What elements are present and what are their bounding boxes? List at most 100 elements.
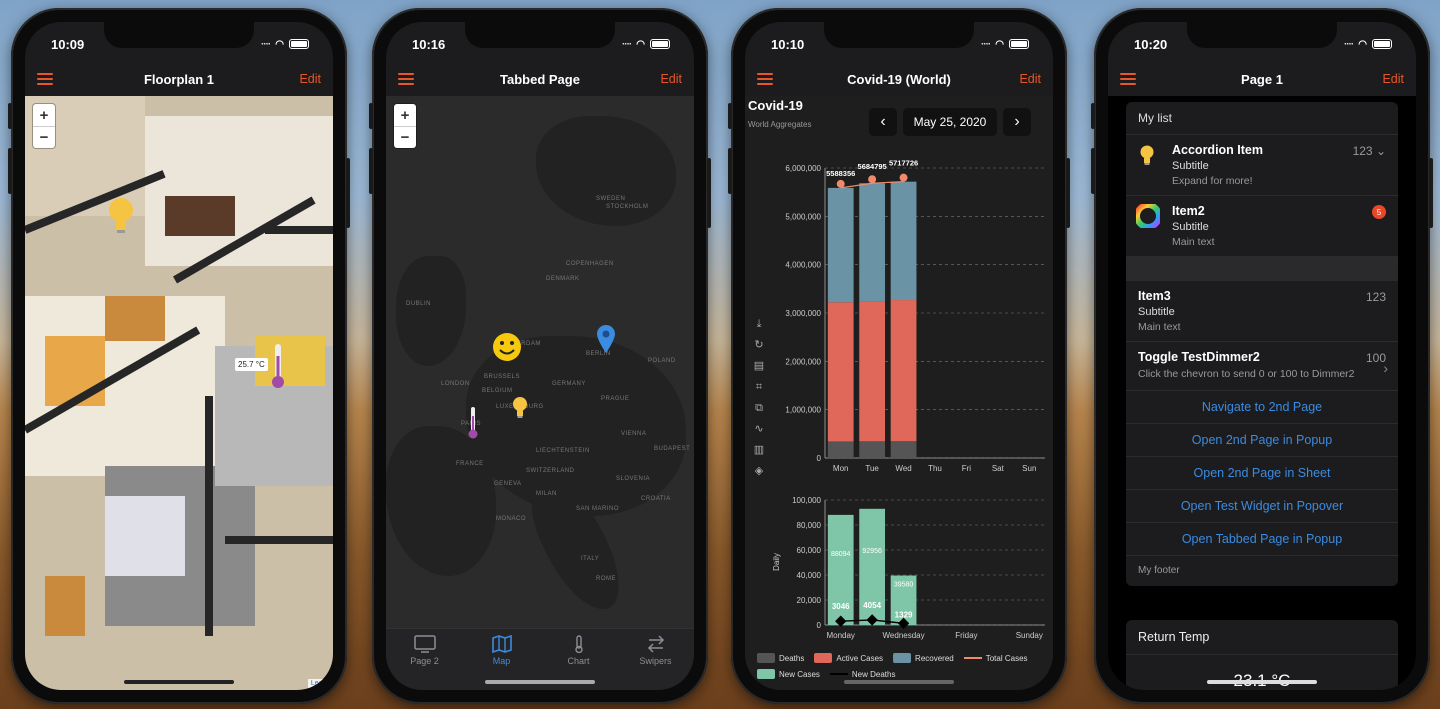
toggle-item[interactable]: Toggle TestDimmer2 Click the chevron to … bbox=[1126, 342, 1398, 391]
y-tick-label: 2,000,000 bbox=[785, 357, 821, 366]
clock: 10:09 bbox=[51, 36, 85, 52]
menu-icon[interactable] bbox=[1120, 73, 1136, 85]
prev-date-button[interactable]: ‹ bbox=[869, 108, 897, 136]
chevron-down-icon[interactable]: ⌄ bbox=[1376, 144, 1386, 158]
accordion-item[interactable]: Accordion Item Subtitle Expand for more!… bbox=[1126, 135, 1398, 196]
zoom-out-button[interactable]: − bbox=[33, 126, 55, 148]
list-card: My list Accordion Item Subtitle Expand f… bbox=[1126, 102, 1398, 586]
map-label: SLOVENIA bbox=[616, 476, 651, 482]
chevron-right-icon[interactable]: › bbox=[1383, 360, 1388, 376]
clock: 10:16 bbox=[412, 36, 446, 52]
next-date-button[interactable]: › bbox=[1003, 108, 1031, 136]
y-axis-label: Daily bbox=[772, 553, 781, 571]
tab-page-2[interactable]: Page 2 bbox=[395, 635, 455, 690]
legend-item[interactable]: New Deaths bbox=[829, 669, 895, 679]
legend-swatch bbox=[893, 653, 912, 663]
new-cases-label: 39580 bbox=[894, 581, 914, 588]
item-subtitle: Subtitle bbox=[1172, 160, 1209, 172]
map-label: GENEVA bbox=[494, 481, 522, 487]
x-tick-label: Sun bbox=[1022, 464, 1036, 473]
card-title: Return Temp bbox=[1126, 620, 1398, 655]
zoom-in-button[interactable]: + bbox=[394, 104, 416, 126]
x-tick-label: Mon bbox=[833, 464, 849, 473]
page-title: Page 1 bbox=[1241, 71, 1283, 87]
lightbulb-icon[interactable] bbox=[107, 196, 135, 238]
legend-label: New Cases bbox=[779, 669, 820, 679]
map-label: GERMANY bbox=[552, 381, 586, 387]
navigate-link[interactable]: Navigate to 2nd Page bbox=[1126, 391, 1398, 424]
item-value: 123 bbox=[1365, 290, 1386, 304]
phone-tabbed: 10:16 ···· ◠ Tabbed Page Edit SWEDEN STOC… bbox=[369, 8, 711, 704]
monitor-icon bbox=[413, 635, 436, 653]
y-tick-label: 4,000,000 bbox=[785, 261, 821, 270]
chart-page: Covid-19 World Aggregates ‹ May 25, 2020… bbox=[745, 96, 1053, 690]
stacked-bar-chart: 0 1,000,000 2,000,000 3,000,000 4,000,000 5,0… bbox=[785, 159, 1045, 473]
tabbed-popup-link[interactable]: Open Tabbed Page in Popup bbox=[1126, 523, 1398, 556]
menu-icon[interactable] bbox=[398, 73, 414, 85]
y-tick-label: 100,000 bbox=[792, 496, 821, 505]
tab-swipers[interactable]: Swipers bbox=[626, 635, 686, 690]
signal-icon: ···· bbox=[260, 38, 271, 50]
map-label: STOCKHOLM bbox=[606, 204, 649, 210]
edit-button[interactable]: Edit bbox=[660, 72, 682, 86]
legend-label: Active Cases bbox=[836, 653, 884, 663]
notification-badge: 5 bbox=[1372, 205, 1386, 219]
nav-bar: Tabbed Page Edit bbox=[386, 62, 694, 96]
popup-link[interactable]: Open 2nd Page in Popup bbox=[1126, 424, 1398, 457]
location-pin-icon[interactable] bbox=[596, 324, 616, 354]
battery-icon bbox=[1009, 39, 1029, 49]
x-tick-label: Fri bbox=[962, 464, 972, 473]
item-title: Item3 bbox=[1138, 289, 1171, 303]
nav-bar: Page 1 Edit bbox=[1108, 62, 1416, 96]
thermometer-icon[interactable] bbox=[468, 406, 478, 440]
legend-label: Total Cases bbox=[985, 653, 1028, 663]
edit-button[interactable]: Edit bbox=[1019, 72, 1041, 86]
thermometer-icon[interactable] bbox=[271, 342, 285, 390]
tab-label: Swipers bbox=[639, 656, 672, 666]
y-tick-label: 60,000 bbox=[797, 546, 822, 555]
edit-button[interactable]: Edit bbox=[299, 72, 321, 86]
list-page: My list Accordion Item Subtitle Expand f… bbox=[1108, 96, 1416, 690]
x-tick-label: Thu bbox=[928, 464, 942, 473]
menu-icon[interactable] bbox=[757, 73, 773, 85]
page-title: Tabbed Page bbox=[500, 71, 580, 87]
battery-icon bbox=[650, 39, 670, 49]
legend-item[interactable]: Deaths bbox=[757, 653, 804, 663]
zoom-in-button[interactable]: + bbox=[33, 104, 55, 126]
phone-floorplan: 10:09 ···· ◠ Floorplan 1 Edit + − 25.7 °… bbox=[8, 8, 350, 704]
menu-icon[interactable] bbox=[37, 73, 53, 85]
chart-legend: Deaths Active Cases Recovered Total Cases Ne… bbox=[757, 653, 1047, 679]
edit-button[interactable]: Edit bbox=[1382, 72, 1404, 86]
list-item[interactable]: Item3 Subtitle Main text 123 bbox=[1126, 281, 1398, 342]
lightbulb-icon[interactable] bbox=[512, 396, 528, 422]
list-item[interactable]: Item2 Subtitle Main text 5 bbox=[1126, 196, 1398, 257]
map-label: MILAN bbox=[536, 491, 557, 497]
zoom-control: + − bbox=[33, 104, 55, 148]
date-picker[interactable]: May 25, 2020 bbox=[903, 108, 997, 136]
legend-label: Recovered bbox=[915, 653, 954, 663]
x-tick-label: Wednesday bbox=[883, 631, 925, 640]
floorplan-view[interactable]: + − 25.7 °C Leafl bbox=[25, 96, 333, 690]
x-tick-label: Wed bbox=[895, 464, 911, 473]
x-tick-label: Sunday bbox=[1016, 631, 1043, 640]
popover-link[interactable]: Open Test Widget in Popover bbox=[1126, 490, 1398, 523]
y-tick-label: 0 bbox=[817, 621, 822, 630]
legend-item[interactable]: Total Cases bbox=[963, 653, 1028, 663]
new-deaths-label: 3046 bbox=[832, 602, 850, 611]
sheet-link[interactable]: Open 2nd Page in Sheet bbox=[1126, 457, 1398, 490]
clock: 10:20 bbox=[1134, 36, 1168, 52]
smiley-icon[interactable] bbox=[492, 332, 522, 362]
map-label: SWEDEN bbox=[596, 196, 626, 202]
zoom-control: + − bbox=[394, 104, 416, 148]
legend-item[interactable]: New Cases bbox=[757, 669, 820, 679]
map-label: LONDON bbox=[441, 381, 470, 387]
map-view[interactable]: SWEDEN STOCKHOLM DENMARK BERLIN POLAND B… bbox=[386, 96, 694, 628]
item-text: Expand for more! bbox=[1172, 175, 1253, 187]
legend-item[interactable]: Active Cases bbox=[814, 653, 883, 663]
y-tick-label: 40,000 bbox=[797, 571, 822, 580]
zoom-out-button[interactable]: − bbox=[394, 126, 416, 148]
legend-item[interactable]: Recovered bbox=[893, 653, 954, 663]
map-attribution[interactable]: Leafl bbox=[307, 679, 329, 688]
y-tick-label: 5,000,000 bbox=[785, 212, 821, 221]
bar-recovered bbox=[827, 187, 854, 303]
